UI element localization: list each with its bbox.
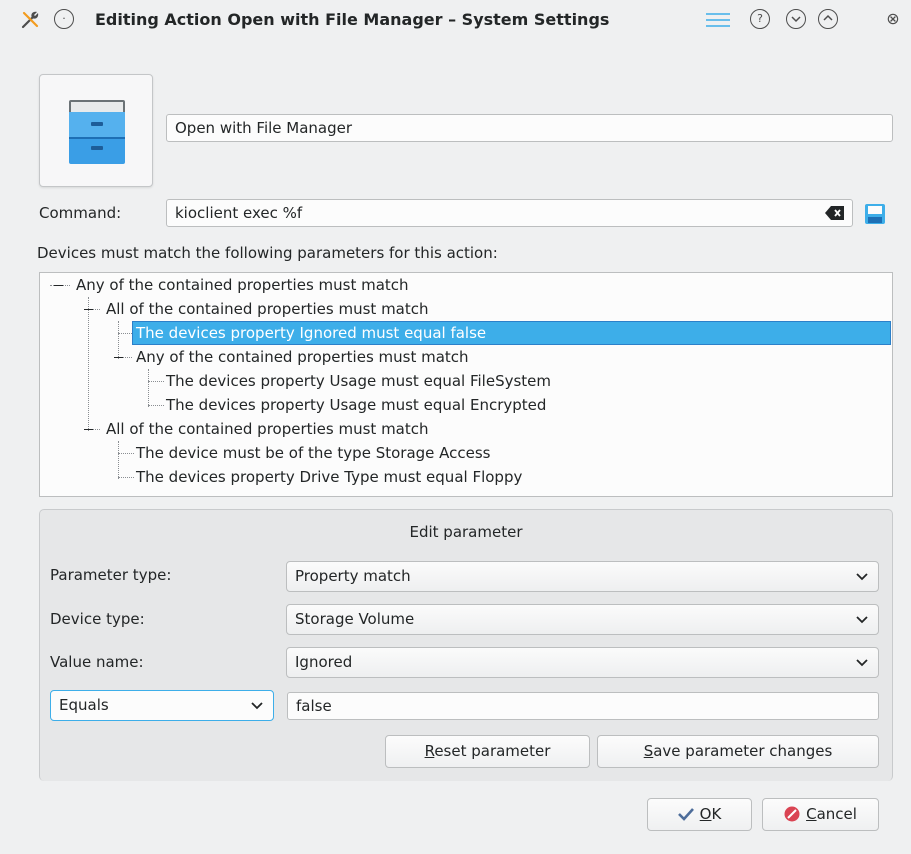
tree-item[interactable]: The devices property Usage must equal Fi… <box>166 369 551 393</box>
value-name-value: Ignored <box>295 653 353 671</box>
save-disk-icon[interactable] <box>864 203 886 225</box>
cancel-mnemonic: C <box>806 805 817 823</box>
cancel-icon <box>784 806 800 822</box>
comparison-value: Equals <box>59 696 109 714</box>
cancel-label: ancel <box>816 805 857 823</box>
title-bar: · Editing Action Open with File Manager … <box>0 0 911 40</box>
device-type-select[interactable]: Storage Volume <box>286 604 879 635</box>
maximize-button[interactable] <box>818 9 838 29</box>
collapse-icon[interactable] <box>114 357 123 358</box>
save-parameter-changes-button[interactable]: Save parameter changes <box>597 735 879 768</box>
tree-item[interactable]: The devices property Drive Type must equ… <box>136 465 522 489</box>
command-input[interactable]: kioclient exec %f <box>166 199 853 227</box>
collapse-icon[interactable] <box>54 285 63 286</box>
parameter-type-select[interactable]: Property match <box>286 561 879 592</box>
window-title: Editing Action Open with File Manager – … <box>95 10 610 29</box>
tree-item[interactable]: All of the contained properties must mat… <box>106 297 429 321</box>
device-type-label: Device type: <box>50 610 145 628</box>
file-manager-icon <box>69 100 125 164</box>
close-button[interactable]: ⊗ <box>883 9 903 29</box>
devices-match-label: Devices must match the following paramet… <box>37 244 498 262</box>
ok-label: K <box>711 805 722 823</box>
chevron-down-icon <box>856 616 868 624</box>
device-type-value: Storage Volume <box>295 610 415 628</box>
parameter-tree[interactable]: Any of the contained properties must mat… <box>39 272 893 497</box>
tree-line <box>118 321 119 359</box>
tree-line <box>118 441 119 479</box>
chevron-down-icon <box>251 702 263 710</box>
chevron-down-icon <box>791 16 801 23</box>
tree-line <box>148 405 164 406</box>
ok-mnemonic: O <box>699 805 712 823</box>
chevron-down-icon <box>856 659 868 667</box>
tree-item-selected[interactable]: The devices property Ignored must equal … <box>132 321 891 345</box>
tree-line <box>118 453 134 454</box>
command-label: Command: <box>39 204 122 222</box>
save-label: ave parameter changes <box>653 742 833 760</box>
tree-item[interactable]: The devices property Usage must equal En… <box>166 393 546 417</box>
reset-mnemonic: R <box>424 742 435 760</box>
chevron-down-icon <box>856 573 868 581</box>
tree-item[interactable]: The device must be of the type Storage A… <box>136 441 491 465</box>
tree-item[interactable]: Any of the contained properties must mat… <box>136 345 469 369</box>
reset-label: eset parameter <box>434 742 551 760</box>
clear-text-icon[interactable] <box>825 206 845 220</box>
action-icon-button[interactable] <box>39 74 153 187</box>
match-value-input[interactable]: false <box>287 692 879 720</box>
parameter-type-value: Property match <box>295 567 411 585</box>
menu-lines-icon[interactable] <box>705 13 731 27</box>
tree-line <box>118 333 132 334</box>
tree-line <box>148 369 149 407</box>
parameter-type-label: Parameter type: <box>50 566 172 584</box>
value-name-label: Value name: <box>50 653 144 671</box>
settings-tools-icon[interactable] <box>20 10 40 30</box>
collapse-icon[interactable] <box>84 429 93 430</box>
group-title: Edit parameter <box>409 523 523 541</box>
window-menu-button[interactable]: · <box>54 9 74 29</box>
value-name-select[interactable]: Ignored <box>286 647 879 678</box>
action-name-input[interactable]: Open with File Manager <box>166 114 893 142</box>
tree-line <box>118 477 134 478</box>
tree-item[interactable]: All of the contained properties must mat… <box>106 417 429 441</box>
tree-line <box>88 297 89 431</box>
tree-line <box>148 381 164 382</box>
comparison-select[interactable]: Equals <box>50 690 274 721</box>
checkmark-icon <box>677 808 694 821</box>
tree-item[interactable]: Any of the contained properties must mat… <box>76 273 409 297</box>
cancel-button[interactable]: Cancel <box>762 798 879 831</box>
help-button[interactable]: ? <box>750 9 770 29</box>
reset-parameter-button[interactable]: Reset parameter <box>385 735 590 768</box>
ok-button[interactable]: OK <box>647 798 752 831</box>
minimize-button[interactable] <box>786 9 806 29</box>
save-mnemonic: S <box>643 742 654 760</box>
chevron-up-icon <box>823 14 833 21</box>
collapse-icon[interactable] <box>84 309 93 310</box>
